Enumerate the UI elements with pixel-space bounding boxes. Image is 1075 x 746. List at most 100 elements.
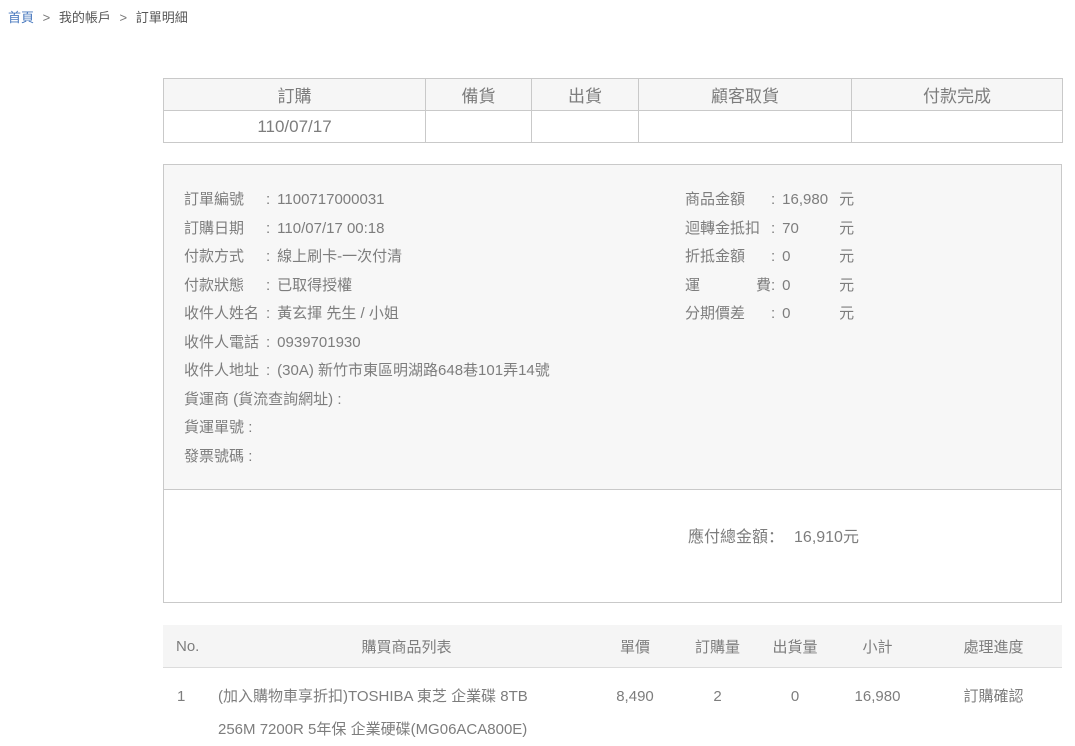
item-qty-ordered: 2: [675, 680, 760, 713]
info-label: 收件人姓名: [184, 300, 266, 329]
status-header-ordered: 訂購: [164, 79, 426, 111]
breadcrumb-link-home[interactable]: 首頁: [8, 10, 34, 25]
order-info-left-column: 訂單編號:1100717000031 訂購日期:110/07/17 00:18 …: [184, 186, 685, 471]
item-name-line1: (加入購物車享折扣)TOSHIBA 東芝 企業碟 8TB: [218, 680, 595, 713]
amount-colon: :: [771, 305, 775, 322]
status-value-shipped: [532, 111, 639, 143]
currency-unit: 元: [839, 191, 854, 208]
header-cell-qty-ordered: 訂購量: [675, 636, 760, 657]
merchandise-amount-row: 商品金額:16,980元: [685, 186, 1041, 215]
amount-colon: :: [771, 220, 775, 237]
breadcrumb: 首頁 > 我的帳戶 > 訂單明細: [8, 7, 188, 26]
info-label: 訂購日期: [184, 215, 266, 244]
recipient-address-row: 收件人地址: (30A) 新竹市東區明湖路648巷101弄14號: [184, 357, 685, 386]
info-label: 訂單編號: [184, 186, 266, 215]
installment-difference-value: 0: [782, 300, 839, 329]
items-table: No. 購買商品列表 單價 訂購量 出貨量 小計 處理進度 1 (加入購物車享折…: [163, 625, 1062, 746]
recipient-phone-value: 0939701930: [277, 334, 360, 351]
info-colon: :: [266, 248, 270, 265]
info-colon: :: [266, 334, 270, 351]
order-date-row: 訂購日期:110/07/17 00:18: [184, 215, 685, 244]
header-cell-subtotal: 小計: [830, 636, 925, 657]
info-colon: :: [266, 305, 270, 322]
amount-label: 折抵金額: [685, 243, 771, 272]
breadcrumb-item-order-detail: 訂單明細: [136, 10, 188, 25]
currency-unit: 元: [839, 277, 854, 294]
order-number-row: 訂單編號:1100717000031: [184, 186, 685, 215]
info-colon: :: [337, 391, 341, 408]
payment-status-row: 付款狀態: 已取得授權: [184, 272, 685, 301]
item-row: 1 (加入購物車享折扣)TOSHIBA 東芝 企業碟 8TB 256M 7200…: [163, 668, 1062, 746]
amount-label: 運 費: [685, 272, 771, 301]
status-value-payment-complete: [852, 111, 1063, 143]
currency-unit: 元: [839, 220, 854, 237]
payment-status-value: 已取得授權: [277, 277, 352, 294]
item-qty-shipped: 0: [760, 680, 830, 713]
status-header-payment-complete: 付款完成: [852, 79, 1063, 111]
info-colon: :: [266, 362, 270, 379]
shipping-fee-value: 0: [782, 272, 839, 301]
status-header-customer-pickup: 顧客取貨: [639, 79, 852, 111]
item-processing-status: 訂購確認: [925, 680, 1062, 713]
carrier-row: 貨運商 (貨流查詢網址) :: [184, 386, 685, 415]
status-value-order-date: 110/07/17: [164, 111, 426, 143]
order-number-value: 1100717000031: [277, 191, 384, 208]
tracking-number-row: 貨運單號 :: [184, 414, 685, 443]
recipient-phone-row: 收件人電話:0939701930: [184, 329, 685, 358]
info-label: 貨運單號: [184, 419, 244, 436]
recipient-name-row: 收件人姓名: 黃玄揮 先生 / 小姐: [184, 300, 685, 329]
breadcrumb-item-my-account[interactable]: 我的帳戶: [59, 10, 111, 25]
amount-label: 分期價差: [685, 300, 771, 329]
header-cell-product-list: 購買商品列表: [218, 636, 595, 657]
info-label: 付款狀態: [184, 272, 266, 301]
status-value-customer-pickup: [639, 111, 852, 143]
payment-method-value: 線上刷卡-一次付清: [277, 248, 402, 265]
payment-method-row: 付款方式: 線上刷卡-一次付清: [184, 243, 685, 272]
info-label: 發票號碼: [184, 448, 244, 465]
status-header-preparing: 備貨: [426, 79, 532, 111]
info-colon: :: [266, 191, 270, 208]
info-label: 付款方式: [184, 243, 266, 272]
discount-amount-row: 折抵金額:0元: [685, 243, 1041, 272]
installment-difference-row: 分期價差:0元: [685, 300, 1041, 329]
order-status-table: 訂購 備貨 出貨 顧客取貨 付款完成 110/07/17: [163, 78, 1063, 143]
header-cell-no: No.: [163, 638, 218, 655]
total-amount-label: 應付總金額：: [688, 529, 784, 546]
merchandise-amount-value: 16,980: [782, 186, 839, 215]
currency-unit: 元: [839, 248, 854, 265]
currency-unit: 元: [839, 305, 854, 322]
info-colon: :: [248, 448, 252, 465]
item-subtotal: 16,980: [830, 680, 925, 713]
total-amount-value: 16,910元: [794, 529, 859, 546]
order-info-panel: 訂單編號:1100717000031 訂購日期:110/07/17 00:18 …: [163, 164, 1062, 603]
rebate-deduction-row: 迴轉金抵扣:70元: [685, 215, 1041, 244]
total-amount-section: 應付總金額： 16,910元: [164, 490, 1061, 602]
amount-colon: :: [771, 248, 775, 265]
item-unit-price: 8,490: [595, 680, 675, 713]
info-colon: :: [266, 277, 270, 294]
invoice-number-row: 發票號碼 :: [184, 443, 685, 472]
amount-label: 迴轉金抵扣: [685, 215, 771, 244]
header-cell-qty-shipped: 出貨量: [760, 636, 830, 657]
info-label: 貨運商 (貨流查詢網址): [184, 391, 333, 408]
order-amounts-column: 商品金額:16,980元 迴轉金抵扣:70元 折抵金額:0元 運 費:0元 分期…: [685, 186, 1041, 471]
amount-label: 商品金額: [685, 186, 771, 215]
shipping-fee-row: 運 費:0元: [685, 272, 1041, 301]
info-colon: :: [266, 220, 270, 237]
item-name: (加入購物車享折扣)TOSHIBA 東芝 企業碟 8TB 256M 7200R …: [218, 680, 595, 746]
recipient-name-value: 黃玄揮 先生 / 小姐: [277, 305, 399, 322]
recipient-address-value: (30A) 新竹市東區明湖路648巷101弄14號: [277, 362, 550, 379]
info-colon: :: [248, 419, 252, 436]
item-no: 1: [163, 680, 218, 713]
discount-amount-value: 0: [782, 243, 839, 272]
rebate-deduction-value: 70: [782, 215, 839, 244]
order-date-value: 110/07/17 00:18: [277, 220, 384, 237]
info-label: 收件人地址: [184, 357, 266, 386]
items-table-header: No. 購買商品列表 單價 訂購量 出貨量 小計 處理進度: [163, 625, 1062, 668]
item-name-line2: 256M 7200R 5年保 企業硬碟(MG06ACA800E): [218, 713, 595, 746]
breadcrumb-separator: >: [120, 10, 128, 25]
status-value-preparing: [426, 111, 532, 143]
info-label: 收件人電話: [184, 329, 266, 358]
header-cell-processing-status: 處理進度: [925, 636, 1062, 657]
amount-colon: :: [771, 191, 775, 208]
